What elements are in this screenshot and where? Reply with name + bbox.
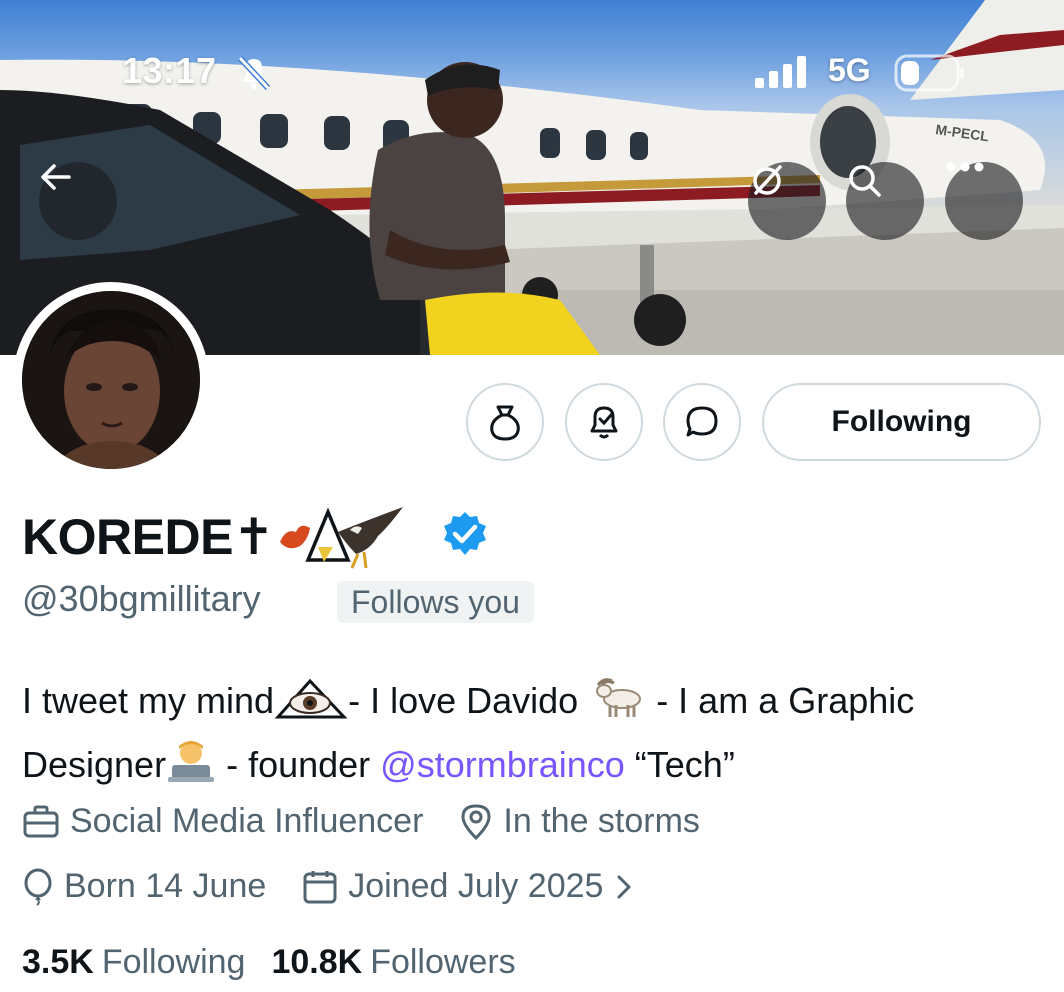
chevron-right-icon [615, 873, 633, 901]
followers-count: 10.8K [271, 943, 363, 981]
profile-handle: @30bgmillitary [22, 578, 261, 619]
category-text: Social Media Influencer [70, 802, 424, 840]
following-count: 3.5K [22, 943, 94, 981]
eye-triangle-emoji-icon [274, 678, 348, 736]
display-name: KOREDE✝ [22, 502, 418, 572]
goat-emoji-icon [588, 675, 646, 736]
briefcase-icon [22, 804, 60, 840]
profile-birthday: Born 14 June [22, 867, 266, 906]
joined-text: Joined July 2025 [348, 867, 604, 905]
profile-bio: I tweet my mind - I love Davido - I am a … [22, 672, 1052, 800]
grok-icon [753, 165, 782, 195]
location-text: In the storms [503, 802, 700, 840]
follow-stats: 3.5K Following 10.8K Followers [22, 943, 542, 982]
following-label: Following [101, 943, 246, 981]
display-name-text: KOREDE✝ [22, 509, 275, 565]
bio-text-4: - founder [216, 744, 381, 785]
profile-meta-row-2: Born 14 June Joined July 2025 [22, 867, 679, 906]
bio-text-2: - I love Davido [348, 680, 589, 721]
status-time: 13:17 [122, 50, 217, 91]
search-icon [849, 165, 881, 197]
following-stat-link[interactable]: 3.5K Following [22, 943, 245, 982]
profile-avatar[interactable] [13, 282, 209, 478]
notification-bell-icon [590, 406, 618, 439]
back-arrow-icon [41, 164, 71, 190]
network-type: 5G [828, 52, 871, 88]
profile-category: Social Media Influencer [22, 802, 423, 841]
balloon-icon [22, 868, 54, 906]
verified-badge-icon[interactable] [441, 510, 489, 563]
bio-text-1: I tweet my mind [22, 680, 275, 721]
more-options-button[interactable] [945, 162, 1023, 240]
grok-button[interactable] [748, 162, 826, 240]
message-button[interactable] [663, 383, 741, 461]
message-bubble-icon [686, 406, 718, 437]
calendar-icon [302, 869, 338, 905]
name-emoji-decoration [278, 502, 418, 572]
birthday-text: Born 14 June [64, 867, 267, 905]
tip-button[interactable] [466, 383, 544, 461]
follows-you-badge: Follows you [337, 581, 534, 623]
followers-label: Followers [370, 943, 516, 981]
back-button[interactable] [39, 162, 117, 240]
profile-joined[interactable]: Joined July 2025 [302, 867, 643, 906]
bio-mention-link[interactable]: @stormbrainco [380, 744, 625, 785]
tip-jar-icon [490, 405, 520, 441]
profile-meta-row-1: Social Media Influencer In the storms [22, 802, 736, 841]
bio-text-5: “Tech” [624, 744, 735, 785]
technologist-emoji-icon [166, 739, 216, 800]
location-pin-icon [459, 803, 493, 841]
more-icon [946, 162, 984, 172]
notifications-button[interactable] [565, 383, 643, 461]
profile-location: In the storms [459, 802, 700, 841]
avatar-photo [22, 291, 200, 469]
followers-stat-link[interactable]: 10.8K Followers [271, 943, 515, 982]
search-button[interactable] [846, 162, 924, 240]
following-button[interactable]: Following [762, 383, 1041, 461]
